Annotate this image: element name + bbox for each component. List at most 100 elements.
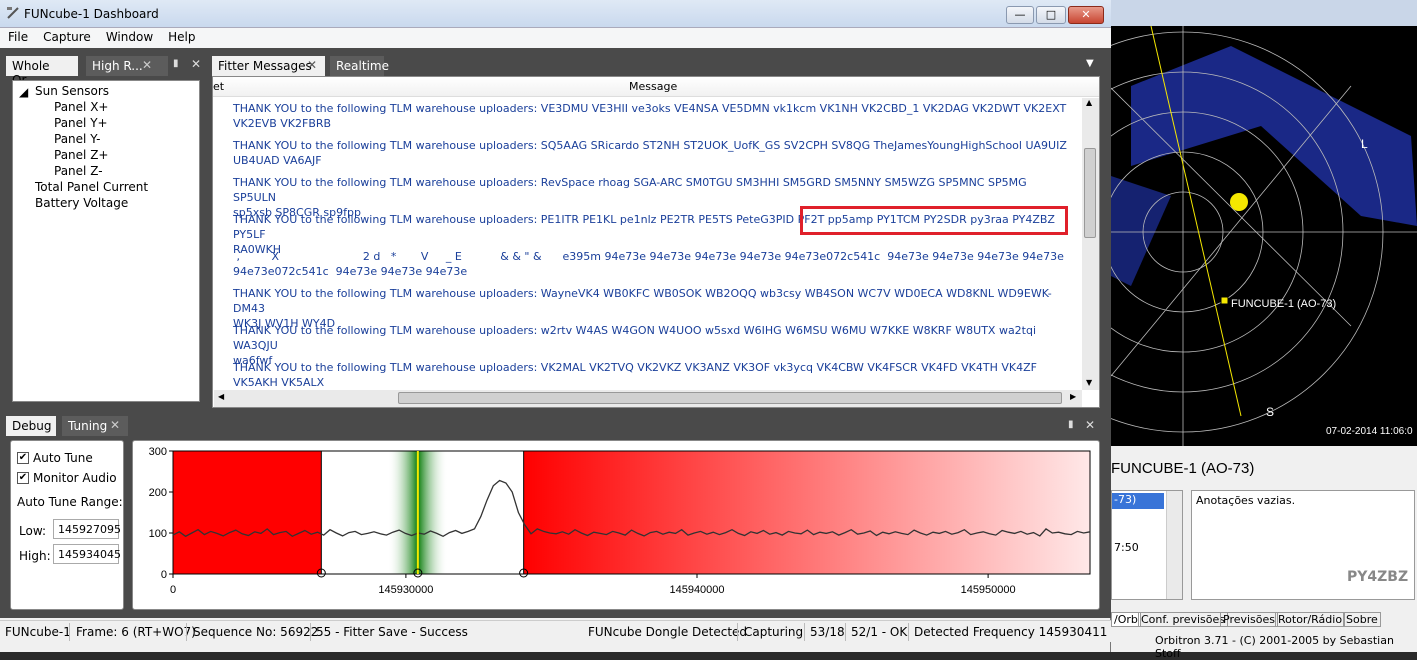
status-fitter: 55 - Fitter Save - Success: [316, 625, 468, 639]
satellite-marker-icon[interactable]: [1220, 296, 1229, 305]
y-tick-label: 0: [161, 569, 167, 581]
menu-capture[interactable]: Capture: [35, 28, 98, 44]
menu-bar: File Capture Window Help: [0, 28, 1111, 48]
status-dongle: FUNcube Dongle Detected: [588, 625, 748, 639]
column-header-et[interactable]: et: [213, 80, 224, 93]
tab-tuning-label: Tuning: [68, 419, 108, 433]
spectrum-chart-panel: 300 200 100 0 0 145930000 145940000 145950000: [132, 440, 1100, 610]
satellite-label: FUNCUBE-1 (AO-73): [1231, 298, 1336, 310]
scrollbar-thumb[interactable]: [398, 392, 1062, 404]
tab-conf-previsoes[interactable]: Conf. previsões: [1138, 612, 1229, 627]
tree-item-panel-z-minus[interactable]: Panel Z-: [54, 164, 103, 178]
tree-item-sun-sensors[interactable]: Sun Sensors: [35, 84, 109, 98]
message-line: THANK YOU to the following TLM warehouse…: [233, 176, 1027, 204]
tab-fitter-messages[interactable]: Fitter Messages ✕: [212, 56, 325, 76]
notes-text: Anotações vazias.: [1196, 494, 1296, 507]
tab-high-res-label: High R...: [92, 59, 143, 73]
horizontal-scrollbar[interactable]: ◀ ▶: [214, 390, 1082, 407]
polar-radar[interactable]: L S FUNCUBE-1 (AO-73) 07-02-2014 11:06:0: [1111, 26, 1417, 446]
tab-previsoes[interactable]: Previsões: [1220, 612, 1279, 627]
minimize-button[interactable]: —: [1006, 6, 1034, 24]
list-item[interactable]: THANK YOU to the following TLM warehouse…: [233, 138, 1073, 168]
tab-orb[interactable]: /Orb: [1111, 612, 1141, 627]
pin-icon[interactable]: ▮: [173, 58, 179, 69]
dashboard-window: FUNcube-1 Dashboard — □ ✕ File Capture Win…: [0, 0, 1126, 652]
title-bar: FUNcube-1 Dashboard — □ ✕: [0, 0, 1111, 28]
close-icon[interactable]: ✕: [142, 58, 152, 72]
message-line: , X 2 d * V _ E & & " & e395m 94e73e 94e…: [233, 250, 1064, 263]
message-line: 94e73e072c541c 94e73e 94e73e 94e73e: [233, 265, 468, 278]
status-capturing: Capturing: [744, 625, 804, 639]
message-line: THANK YOU to the following TLM warehouse…: [233, 102, 1067, 115]
list-item[interactable]: -73): [1112, 493, 1164, 509]
tab-sobre[interactable]: Sobre: [1343, 612, 1381, 627]
tree-item-panel-z-plus[interactable]: Panel Z+: [54, 148, 108, 162]
auto-tune-checkbox[interactable]: ✔: [17, 452, 29, 464]
x-tick-label: 145940000: [669, 584, 724, 596]
tree-item-panel-y-minus[interactable]: Panel Y-: [54, 132, 100, 146]
orbitron-header: FUNCUBE-1 (AO-73): [1111, 460, 1255, 477]
orbitron-tabs: /Orb Conf. previsões Previsões Rotor/Rád…: [1111, 612, 1417, 630]
tab-rotor-radio[interactable]: Rotor/Rádio: [1275, 612, 1346, 627]
sun-icon: [1230, 193, 1248, 211]
message-line: THANK YOU to the following TLM warehouse…: [233, 361, 1037, 374]
list-item[interactable]: THANK YOU to the following TLM warehouse…: [233, 101, 1073, 131]
close-icon[interactable]: ✕: [307, 58, 317, 72]
status-count2: 52/1 - OK: [851, 625, 908, 639]
auto-tune-range-label: Auto Tune Range:: [17, 495, 123, 509]
message-line: VK5AKH VK5ALX: [233, 376, 325, 389]
notes-box[interactable]: Anotações vazias. PY4ZBZ: [1191, 490, 1415, 600]
close-icon[interactable]: ✕: [191, 57, 201, 71]
auto-tune-label: Auto Tune: [33, 451, 93, 465]
pin-icon[interactable]: ▮: [1068, 419, 1074, 430]
messages-list: et Message THANK YOU to the following TL…: [212, 76, 1100, 408]
list-item[interactable]: , X 2 d * V _ E & & " & e395m 94e73e 94e…: [233, 249, 1073, 279]
close-button[interactable]: ✕: [1068, 6, 1104, 24]
orbitron-datetime: 07-02-2014 11:06:0: [1326, 426, 1413, 437]
tab-tuning[interactable]: Tuning ✕: [62, 416, 128, 436]
sensor-tree: ◢ Sun Sensors Panel X+ Panel Y+ Panel Y-…: [12, 80, 200, 402]
low-frequency-input[interactable]: 145927095: [53, 519, 121, 539]
tree-item-panel-x-plus[interactable]: Panel X+: [54, 100, 108, 114]
message-line: THANK YOU to the following TLM warehouse…: [233, 139, 1067, 152]
spectrum-chart[interactable]: 300 200 100 00 145930000 145940000 145950000: [133, 441, 1099, 609]
close-icon[interactable]: ✕: [1085, 418, 1095, 432]
status-count1: 53/18: [810, 625, 845, 639]
tree-item-battery-voltage[interactable]: Battery Voltage: [35, 196, 128, 210]
column-header-message[interactable]: Message: [629, 80, 677, 93]
menu-file[interactable]: File: [0, 28, 35, 44]
y-tick-label: 200: [149, 487, 167, 499]
scroll-up-icon[interactable]: ▲: [1086, 98, 1092, 107]
x-tick-label: 0: [170, 584, 176, 596]
scroll-right-icon[interactable]: ▶: [1070, 392, 1076, 401]
menu-window[interactable]: Window: [98, 28, 160, 44]
menu-help[interactable]: Help: [160, 28, 202, 44]
close-icon[interactable]: ✕: [110, 418, 120, 432]
collapse-arrow-icon[interactable]: ◢: [19, 85, 28, 99]
dropdown-icon[interactable]: ▼: [1086, 58, 1094, 69]
vertical-scrollbar[interactable]: ▲ ▼: [1082, 98, 1099, 390]
tab-debug[interactable]: Debug: [6, 416, 56, 436]
scroll-down-icon[interactable]: ▼: [1086, 378, 1092, 387]
window-title: FUNcube-1 Dashboard: [24, 7, 159, 21]
tab-fitter-messages-label: Fitter Messages: [218, 59, 312, 73]
monitor-audio-checkbox[interactable]: ✔: [17, 472, 29, 484]
maximize-button[interactable]: □: [1036, 6, 1066, 24]
tab-whole-orbit[interactable]: Whole Or...: [6, 56, 78, 87]
high-frequency-input[interactable]: 145934045: [53, 544, 121, 564]
tree-item-panel-y-plus[interactable]: Panel Y+: [54, 116, 108, 130]
list-scrollbar[interactable]: [1166, 491, 1182, 599]
x-tick-label: 145950000: [961, 584, 1016, 596]
tab-high-res[interactable]: High R... ✕: [86, 56, 168, 76]
scrollbar-thumb[interactable]: [1084, 148, 1096, 238]
orbitron-window: L S FUNCUBE-1 (AO-73) 07-02-2014 11:06:0…: [1111, 0, 1417, 660]
list-item[interactable]: THANK YOU to the following TLM warehouse…: [233, 360, 1073, 390]
satellite-list[interactable]: -73) 7:50: [1111, 490, 1183, 600]
highlight-box: [800, 206, 1068, 235]
tree-item-total-panel-current[interactable]: Total Panel Current: [35, 180, 148, 194]
scroll-left-icon[interactable]: ◀: [218, 392, 224, 401]
callsign: PY4ZBZ: [1347, 569, 1409, 585]
y-tick-label: 100: [149, 528, 167, 540]
orbitron-title-bar: [1111, 0, 1417, 26]
tab-realtime[interactable]: Realtime: [330, 56, 389, 76]
